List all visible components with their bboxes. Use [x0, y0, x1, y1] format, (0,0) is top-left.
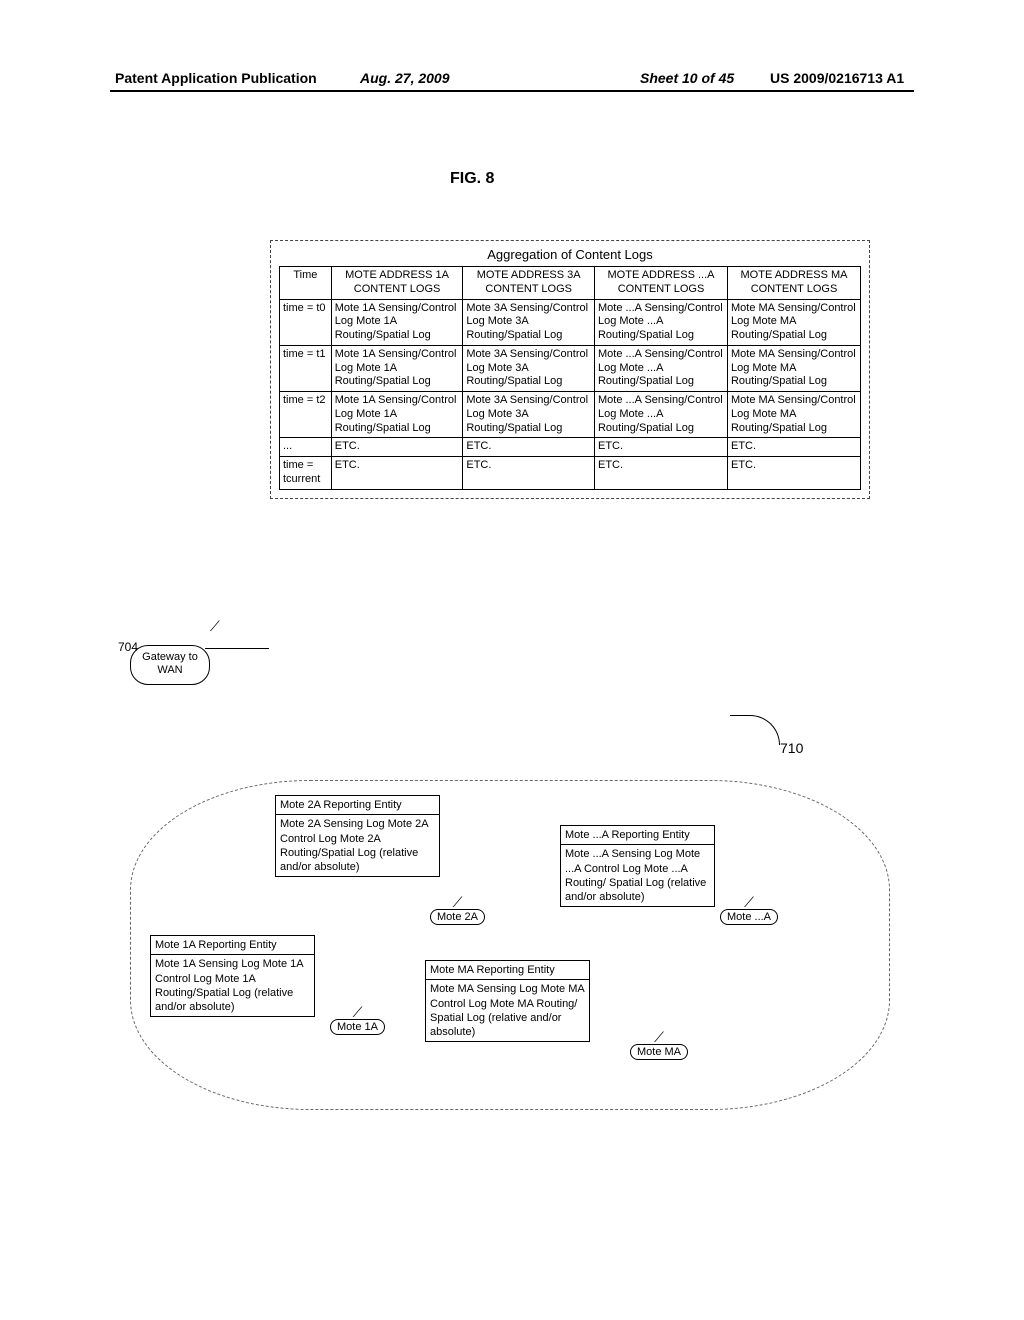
cell-time: time = tcurrent: [280, 457, 332, 490]
aggregation-panel: Aggregation of Content Logs Time MOTE AD…: [270, 240, 870, 499]
cell: Mote ...A Sensing/Control Log Mote ...A …: [594, 299, 727, 345]
aggregation-table: Time MOTE ADDRESS 1A CONTENT LOGS MOTE A…: [279, 266, 861, 490]
table-row: time = t2 Mote 1A Sensing/Control Log Mo…: [280, 392, 861, 438]
mote-dota-node: ⟋ Mote ...A: [720, 895, 778, 925]
header-date: Aug. 27, 2009: [360, 70, 450, 86]
cell-time: time = t1: [280, 345, 332, 391]
header-docnum: US 2009/0216713 A1: [770, 70, 904, 86]
antenna-icon: ⟋: [630, 1030, 688, 1044]
cell-time: time = t2: [280, 392, 332, 438]
cell: ETC.: [463, 457, 595, 490]
mote-ma-header: Mote MA Reporting Entity: [426, 961, 589, 980]
cell: Mote 1A Sensing/Control Log Mote 1A Rout…: [331, 345, 463, 391]
mote-1a-header: Mote 1A Reporting Entity: [151, 936, 314, 955]
mote-1a-label: Mote 1A: [330, 1019, 385, 1035]
table-row: time = t1 Mote 1A Sensing/Control Log Mo…: [280, 345, 861, 391]
cell-time: ...: [280, 438, 332, 457]
mote-2a-reporting-box: Mote 2A Reporting Entity Mote 2A Sensing…: [275, 795, 440, 877]
cell: Mote 1A Sensing/Control Log Mote 1A Rout…: [331, 392, 463, 438]
col-mote-3a: MOTE ADDRESS 3A CONTENT LOGS: [463, 267, 595, 300]
cell: Mote ...A Sensing/Control Log Mote ...A …: [594, 345, 727, 391]
gateway-node: Gateway to WAN: [130, 645, 210, 685]
antenna-icon: ⟋: [430, 895, 485, 909]
cell: Mote ...A Sensing/Control Log Mote ...A …: [594, 392, 727, 438]
cell: Mote 3A Sensing/Control Log Mote 3A Rout…: [463, 392, 595, 438]
table-header-row: Time MOTE ADDRESS 1A CONTENT LOGS MOTE A…: [280, 267, 861, 300]
mote-dota-reporting-box: Mote ...A Reporting Entity Mote ...A Sen…: [560, 825, 715, 907]
cell: ETC.: [594, 457, 727, 490]
table-row: time = t0 Mote 1A Sensing/Control Log Mo…: [280, 299, 861, 345]
cell: Mote 3A Sensing/Control Log Mote 3A Rout…: [463, 299, 595, 345]
cell-time: time = t0: [280, 299, 332, 345]
ref-710: 710: [780, 740, 803, 756]
aggregation-title: Aggregation of Content Logs: [279, 247, 861, 262]
cell: Mote MA Sensing/Control Log Mote MA Rout…: [727, 392, 860, 438]
cell: Mote MA Sensing/Control Log Mote MA Rout…: [727, 345, 860, 391]
cell: ETC.: [331, 457, 463, 490]
mote-dota-label: Mote ...A: [720, 909, 778, 925]
header-publication: Patent Application Publication: [115, 70, 317, 86]
cell: ETC.: [727, 438, 860, 457]
gateway-connector: [205, 648, 269, 649]
col-mote-1a: MOTE ADDRESS 1A CONTENT LOGS: [331, 267, 463, 300]
mote-dota-header: Mote ...A Reporting Entity: [561, 826, 714, 845]
mote-1a-body: Mote 1A Sensing Log Mote 1A Control Log …: [151, 955, 314, 1016]
cell: Mote MA Sensing/Control Log Mote MA Rout…: [727, 299, 860, 345]
mote-1a-node: ⟋ Mote 1A: [330, 1005, 385, 1035]
cell: ETC.: [331, 438, 463, 457]
table-row: ... ETC. ETC. ETC. ETC.: [280, 438, 861, 457]
cell: Mote 1A Sensing/Control Log Mote 1A Rout…: [331, 299, 463, 345]
antenna-icon: ⟋: [330, 1005, 385, 1019]
col-mote-ma: MOTE ADDRESS MA CONTENT LOGS: [727, 267, 860, 300]
antenna-icon: ⟋: [720, 895, 778, 909]
cell: ETC.: [727, 457, 860, 490]
cell: Mote 3A Sensing/Control Log Mote 3A Rout…: [463, 345, 595, 391]
figure-title: FIG. 8: [450, 170, 494, 188]
cell: ETC.: [594, 438, 727, 457]
header-sheet: Sheet 10 of 45: [640, 70, 734, 86]
mote-2a-label: Mote 2A: [430, 909, 485, 925]
mote-2a-body: Mote 2A Sensing Log Mote 2A Control Log …: [276, 815, 439, 876]
mote-1a-reporting-box: Mote 1A Reporting Entity Mote 1A Sensing…: [150, 935, 315, 1017]
mote-2a-header: Mote 2A Reporting Entity: [276, 796, 439, 815]
mote-ma-reporting-box: Mote MA Reporting Entity Mote MA Sensing…: [425, 960, 590, 1042]
mote-ma-body: Mote MA Sensing Log Mote MA Control Log …: [426, 980, 589, 1041]
mote-2a-node: ⟋ Mote 2A: [430, 895, 485, 925]
ref-710-leader: [730, 715, 780, 745]
antenna-icon: ⟋: [210, 618, 220, 635]
mote-dota-body: Mote ...A Sensing Log Mote ...A Control …: [561, 845, 714, 906]
mote-ma-label: Mote MA: [630, 1044, 688, 1060]
cell: ETC.: [463, 438, 595, 457]
col-mote-dota: MOTE ADDRESS ...A CONTENT LOGS: [594, 267, 727, 300]
header-rule: [110, 90, 914, 92]
table-row: time = tcurrent ETC. ETC. ETC. ETC.: [280, 457, 861, 490]
mote-ma-node: ⟋ Mote MA: [630, 1030, 688, 1060]
col-time: Time: [280, 267, 332, 300]
